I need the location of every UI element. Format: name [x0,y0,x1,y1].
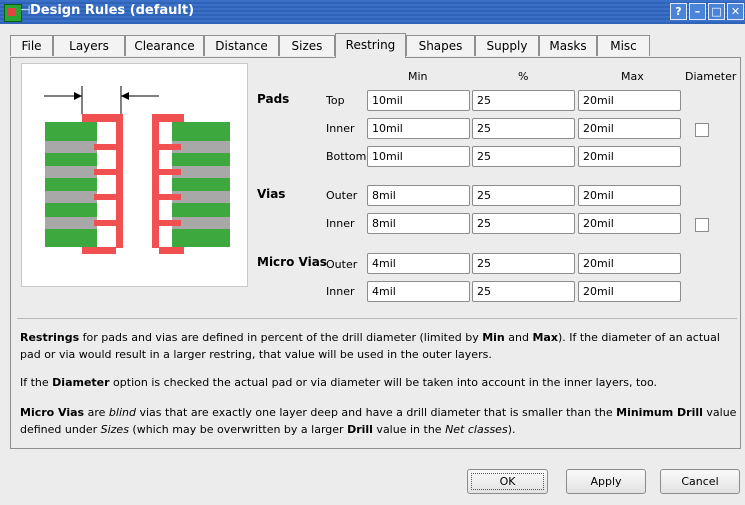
micro-vias-outer-max-field[interactable]: 20mil [578,253,681,274]
vias-outer-min-field[interactable]: 8mil [367,185,470,206]
help-text: for pads and vias are defined in percent… [79,331,483,344]
pads-bottom-min-field[interactable]: 10mil [367,146,470,167]
pads-top-max-field[interactable]: 20mil [578,90,681,111]
apply-button[interactable]: Apply [566,469,646,494]
help-term-min: Min [482,331,505,344]
pads-top-min-field[interactable]: 10mil [367,90,470,111]
design-rules-dialog: ⊣ Design Rules (default) ? – □ ✕ File La… [0,0,745,505]
restring-diagram-svg [44,86,230,254]
row-label-pads-top: Top [326,94,345,107]
ok-button[interactable]: OK [467,469,548,494]
column-header-diameter: Diameter [685,70,737,83]
separator [17,318,737,319]
pads-top-percent-field[interactable]: 25 [472,90,575,111]
window-title: Design Rules (default) [30,3,195,18]
column-header-percent: % [518,70,529,83]
help-term-drill: Drill [347,423,373,436]
pads-inner-max-field[interactable]: 20mil [578,118,681,139]
help-icon[interactable]: ? [670,3,687,20]
group-label-pads: Pads [257,92,290,106]
help-term-net-classes: Net classes [445,423,508,436]
row-label-pads-bottom: Bottom [326,150,367,163]
help-term-sizes: Sizes [100,423,129,436]
row-label-pads-inner: Inner [326,122,355,135]
help-term-blind: blind [108,406,136,419]
minimize-icon[interactable]: – [689,3,706,20]
help-text: option is checked the actual pad or via … [109,376,658,389]
row-label-vias-outer: Outer [326,189,358,202]
vias-diameter-checkbox[interactable] [695,218,709,232]
row-label-micro-vias-inner: Inner [326,285,355,298]
vias-inner-percent-field[interactable]: 25 [472,213,575,234]
help-term-max: Max [532,331,558,344]
tab-layers[interactable]: Layers [53,35,125,56]
vias-inner-max-field[interactable]: 20mil [578,213,681,234]
title-bar: ⊣ Design Rules (default) ? – □ ✕ [0,0,745,24]
help-paragraph-restrings: Restrings for pads and vias are defined … [20,329,740,363]
help-text: ). [507,423,516,436]
help-term-diameter: Diameter [52,376,110,389]
group-label-micro-vias: Micro Vias [257,255,327,269]
micro-vias-outer-percent-field[interactable]: 25 [472,253,575,274]
tab-sizes[interactable]: Sizes [279,35,335,56]
help-term-micro-vias: Micro Vias [20,406,85,419]
micro-vias-inner-percent-field[interactable]: 25 [472,281,575,302]
tab-shapes[interactable]: Shapes [406,35,475,56]
pads-inner-min-field[interactable]: 10mil [367,118,470,139]
pin-icon[interactable]: ⊣ [20,3,30,17]
tab-misc[interactable]: Misc [597,35,650,56]
pads-bottom-percent-field[interactable]: 25 [472,146,575,167]
cancel-button[interactable]: Cancel [660,469,740,494]
tab-supply[interactable]: Supply [475,35,539,56]
vias-outer-percent-field[interactable]: 25 [472,185,575,206]
row-label-vias-inner: Inner [326,217,355,230]
help-text: vias that are exactly one layer deep and… [135,406,617,419]
pads-bottom-max-field[interactable]: 20mil [578,146,681,167]
micro-vias-inner-max-field[interactable]: 20mil [578,281,681,302]
tab-masks[interactable]: Masks [539,35,597,56]
maximize-icon[interactable]: □ [708,3,725,20]
group-label-vias: Vias [257,187,286,201]
micro-vias-inner-min-field[interactable]: 4mil [367,281,470,302]
help-term-minimum-drill: Minimum Drill [616,406,703,419]
tab-file[interactable]: File [10,35,53,56]
vias-inner-min-field[interactable]: 8mil [367,213,470,234]
micro-vias-outer-min-field[interactable]: 4mil [367,253,470,274]
help-paragraph-micro-vias: Micro Vias are blind vias that are exact… [20,404,740,438]
tab-distance[interactable]: Distance [204,35,279,56]
tab-restring[interactable]: Restring [335,33,406,58]
help-text: are [84,406,109,419]
column-header-min: Min [408,70,428,83]
close-icon[interactable]: ✕ [727,3,744,20]
tab-clearance[interactable]: Clearance [125,35,204,56]
pads-diameter-checkbox[interactable] [695,123,709,137]
help-text: (which may be overwritten by a larger [128,423,348,436]
pads-inner-percent-field[interactable]: 25 [472,118,575,139]
column-header-max: Max [621,70,644,83]
help-text: value in the [372,423,446,436]
restring-illustration [21,63,248,287]
help-term-restrings: Restrings [20,331,80,344]
help-text: If the [20,376,53,389]
help-text: and [504,331,533,344]
row-label-micro-vias-outer: Outer [326,258,358,271]
help-paragraph-diameter: If the Diameter option is checked the ac… [20,374,740,391]
vias-outer-max-field[interactable]: 20mil [578,185,681,206]
